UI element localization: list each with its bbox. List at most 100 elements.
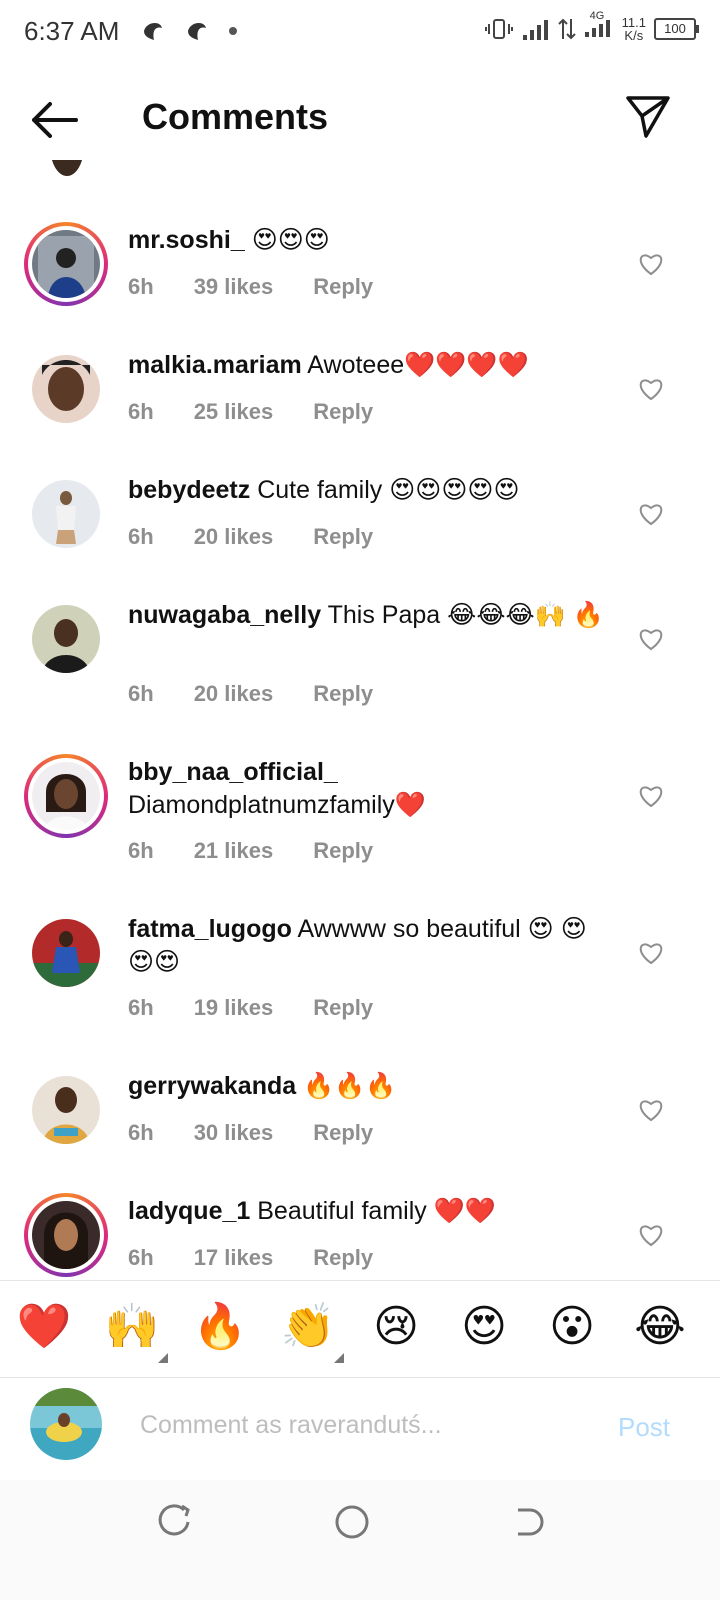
data-transfer-icon — [557, 18, 576, 39]
back-nav-button[interactable] — [508, 1502, 548, 1542]
status-time: 6:37 AM — [24, 16, 120, 46]
post-button[interactable]: Post — [618, 1412, 670, 1443]
reply-button[interactable]: Reply — [313, 524, 373, 550]
comment-meta: 6h 39 likes Reply — [128, 274, 413, 300]
heart-eyes-emoji-button[interactable]: 😍 — [456, 1299, 512, 1355]
comment-likes[interactable]: 21 likes — [194, 838, 274, 864]
comment-text: fatma_lugogo Awwww so beautiful 😍 😍😍😍 — [128, 913, 608, 979]
comment-time: 6h — [128, 995, 154, 1020]
comment-list[interactable]: mr.soshi_ 😍😍😍 6h 39 likes Reply malkia.mar… — [0, 160, 720, 1278]
avatar-story-ring[interactable] — [24, 1193, 108, 1277]
paper-plane-icon — [626, 96, 670, 138]
comment-meta: 6h 21 likes Reply — [128, 838, 413, 864]
home-button[interactable] — [332, 1502, 372, 1542]
reply-button[interactable]: Reply — [313, 1245, 373, 1271]
heart-icon[interactable] — [638, 502, 664, 526]
signal-icon — [522, 19, 548, 40]
comment-likes[interactable]: 39 likes — [194, 274, 274, 300]
system-nav-bar — [0, 1480, 720, 1600]
dot-icon — [229, 27, 237, 35]
surprised-emoji-button[interactable]: 😮 — [544, 1299, 600, 1355]
app-notification-icon — [144, 22, 162, 40]
comment-time: 6h — [128, 274, 154, 299]
heart-icon[interactable] — [638, 784, 664, 808]
network-type: 4G — [589, 10, 605, 22]
signal-4g: 4G — [584, 10, 614, 43]
avatar-wrap[interactable] — [24, 347, 108, 431]
reply-button[interactable]: Reply — [313, 995, 373, 1021]
comment-username[interactable]: gerrywakanda — [128, 1072, 296, 1100]
comment-composer: Post — [0, 1378, 720, 1478]
skin-tone-indicator — [158, 1353, 168, 1363]
avatar-wrap[interactable] — [24, 472, 108, 556]
comment-time: 6h — [128, 524, 154, 549]
share-button[interactable] — [624, 92, 672, 140]
comment-username[interactable]: fatma_lugogo — [128, 915, 292, 943]
avatar — [32, 230, 100, 298]
comment-username[interactable]: bebydeetz — [128, 476, 250, 504]
raised-hands-emoji-button[interactable]: 🙌 — [104, 1299, 160, 1355]
comment-username[interactable]: bby_naa_official_ — [128, 758, 338, 786]
avatar-wrap[interactable] — [24, 1068, 108, 1152]
comment-text: bby_naa_official_ Diamondplatnumzfamily❤️ — [128, 756, 608, 822]
comment-meta: 6h 20 likes Reply — [128, 524, 413, 550]
comment-text: mr.soshi_ 😍😍😍 — [128, 224, 608, 257]
heart-icon[interactable] — [638, 627, 664, 651]
avatar — [32, 919, 100, 987]
clapping-emoji-button[interactable]: 👏 — [280, 1299, 336, 1355]
avatar-wrap[interactable] — [24, 597, 108, 681]
heart-icon[interactable] — [638, 1098, 664, 1122]
reply-button[interactable]: Reply — [313, 1120, 373, 1146]
avatar — [32, 480, 100, 548]
fire-emoji-button[interactable]: 🔥 — [192, 1299, 248, 1355]
comment-input[interactable] — [138, 1400, 582, 1450]
back-button[interactable] — [28, 100, 80, 140]
heart-icon[interactable] — [638, 377, 664, 401]
heart-icon[interactable] — [638, 1223, 664, 1247]
reply-button[interactable]: Reply — [313, 681, 373, 707]
comment-username[interactable]: malkia.mariam — [128, 351, 302, 379]
comment-body: Diamondplatnumzfamily❤️ — [128, 791, 426, 819]
page-title: Comments — [142, 96, 329, 137]
comment-likes[interactable]: 20 likes — [194, 681, 274, 707]
comment-username[interactable]: mr.soshi_ — [128, 226, 245, 254]
comment-body: Cute family 😍😍😍😍😍 — [257, 476, 520, 504]
comment-username[interactable]: nuwagaba_nelly — [128, 601, 321, 629]
avatar-story-ring[interactable] — [24, 754, 108, 838]
comment-likes[interactable]: 17 likes — [194, 1245, 274, 1271]
comment-likes[interactable]: 25 likes — [194, 399, 274, 425]
comment-meta: 6h 30 likes Reply — [128, 1120, 413, 1146]
comment-username[interactable]: ladyque_1 — [128, 1197, 250, 1225]
reply-button[interactable]: Reply — [313, 274, 373, 300]
comment-time: 6h — [128, 681, 154, 706]
comment-likes[interactable]: 20 likes — [194, 524, 274, 550]
arrow-left-icon — [32, 102, 78, 138]
comment-likes[interactable]: 30 likes — [194, 1120, 274, 1146]
avatar — [32, 605, 100, 673]
comment-likes[interactable]: 19 likes — [194, 995, 274, 1021]
crying-emoji-button[interactable]: 😢 — [368, 1299, 424, 1355]
heart-icon[interactable] — [638, 252, 664, 276]
network-speed: 11.1 K/s — [622, 16, 646, 42]
reply-button[interactable]: Reply — [313, 399, 373, 425]
comment-body: This Papa 😂😂😂🙌 🔥 — [327, 601, 604, 629]
quick-reaction-bar: ❤️ 🙌 🔥 👏 😢 😍 😮 😂 — [0, 1280, 720, 1378]
avatar — [32, 762, 100, 830]
comment-time: 6h — [128, 399, 154, 424]
avatar-border — [28, 1197, 104, 1273]
heart-icon[interactable] — [638, 941, 664, 965]
reply-button[interactable]: Reply — [313, 838, 373, 864]
avatar-story-ring[interactable] — [24, 222, 108, 306]
recent-apps-button[interactable] — [156, 1502, 196, 1542]
avatar — [32, 1201, 100, 1269]
speed-unit: K/s — [624, 27, 644, 43]
comment-text: bebydeetz Cute family 😍😍😍😍😍 — [128, 474, 608, 507]
comment-time: 6h — [128, 838, 154, 863]
recent-apps-icon — [158, 1504, 190, 1536]
avatar — [32, 355, 100, 423]
comment-meta: 6h 25 likes Reply — [128, 399, 413, 425]
laughing-emoji-button[interactable]: 😂 — [632, 1299, 688, 1355]
speed-value: 11.1 — [621, 14, 646, 30]
avatar-wrap[interactable] — [24, 911, 108, 995]
heart-emoji-button[interactable]: ❤️ — [16, 1299, 72, 1355]
